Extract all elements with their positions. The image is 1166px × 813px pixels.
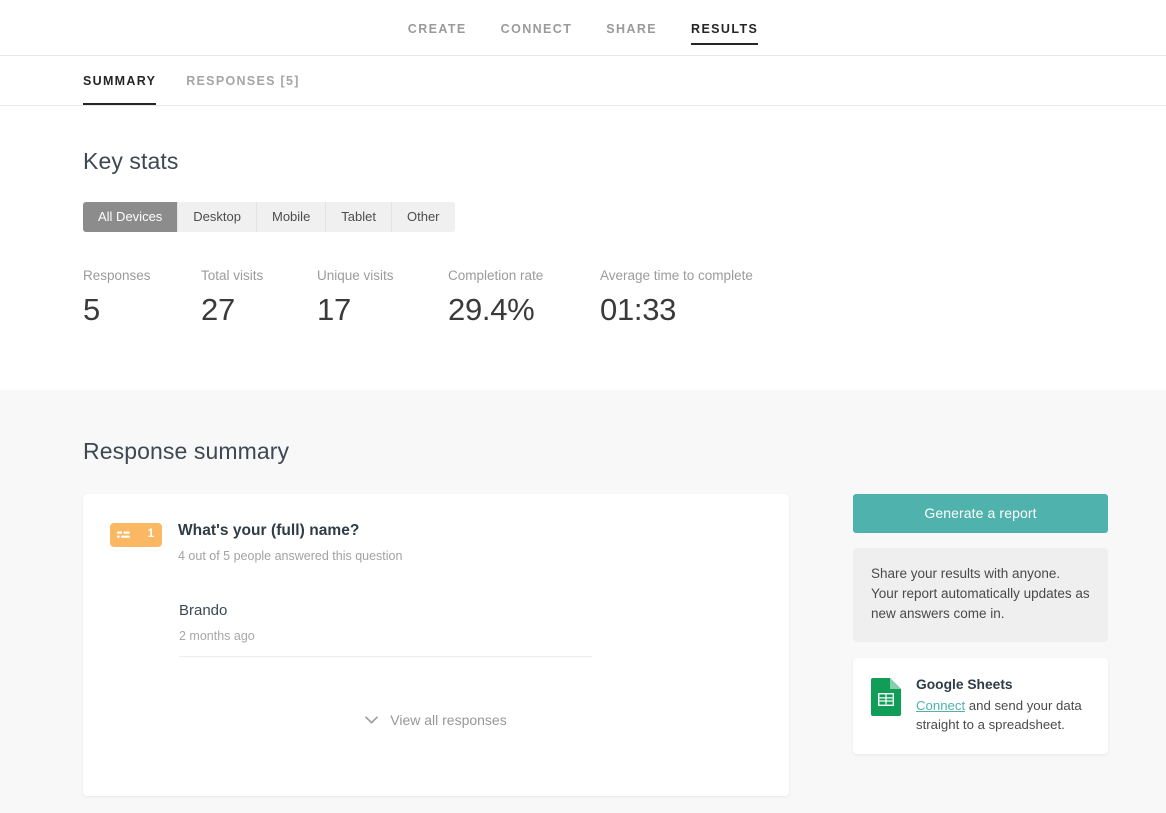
answer-timestamp: 2 months ago bbox=[179, 629, 255, 643]
stat-total-visits: Total visits 27 bbox=[201, 268, 317, 328]
stat-total-visits-value: 27 bbox=[201, 292, 235, 327]
stat-unique-visits: Unique visits 17 bbox=[317, 268, 448, 328]
response-summary-title: Response summary bbox=[83, 438, 290, 464]
stat-responses-label: Responses bbox=[83, 268, 151, 283]
short-text-icon bbox=[117, 531, 130, 538]
question-number: 1 bbox=[147, 528, 154, 541]
connect-link[interactable]: Connect bbox=[916, 698, 965, 713]
topnav-item-connect[interactable]: CONNECT bbox=[501, 0, 573, 55]
google-sheets-icon bbox=[871, 678, 901, 716]
tab-summary[interactable]: SUMMARY bbox=[83, 56, 157, 105]
question-answered-note: 4 out of 5 people answered this question bbox=[178, 549, 403, 563]
key-stats-section: Key stats All Devices Desktop Mobile Tab… bbox=[0, 106, 1166, 390]
answer-text: Brando bbox=[179, 602, 228, 619]
top-navigation-bar: CREATE CONNECT SHARE RESULTS bbox=[0, 0, 1166, 56]
stat-completion-rate-value: 29.4% bbox=[448, 292, 535, 327]
stat-responses: Responses 5 bbox=[83, 268, 201, 328]
generate-report-button[interactable]: Generate a report bbox=[853, 494, 1108, 533]
topnav-item-share[interactable]: SHARE bbox=[606, 0, 657, 55]
results-subtab-bar: SUMMARY RESPONSES [5] bbox=[0, 56, 1166, 106]
question-title: What's your (full) name? bbox=[178, 522, 360, 539]
question-header-text: What's your (full) name? 4 out of 5 peop… bbox=[178, 521, 402, 563]
device-filter-segmented-control: All Devices Desktop Mobile Tablet Other bbox=[83, 202, 455, 232]
view-all-responses-button[interactable]: View all responses bbox=[83, 712, 789, 728]
topnav-item-create[interactable]: CREATE bbox=[408, 0, 467, 55]
answer-row: Brando 2 months ago bbox=[179, 590, 789, 656]
stat-total-visits-label: Total visits bbox=[201, 268, 264, 283]
answers-list: Brando 2 months ago bbox=[83, 590, 789, 689]
stat-unique-visits-label: Unique visits bbox=[317, 268, 394, 283]
stat-average-time: Average time to complete 01:33 bbox=[600, 268, 753, 328]
device-filter-all-devices[interactable]: All Devices bbox=[83, 202, 179, 232]
stat-completion-rate-label: Completion rate bbox=[448, 268, 544, 283]
topnav-item-results[interactable]: RESULTS bbox=[691, 0, 759, 55]
key-stats-title: Key stats bbox=[83, 148, 179, 174]
view-all-responses-label: View all responses bbox=[390, 712, 507, 728]
results-side-rail: Generate a report Share your results wit… bbox=[853, 494, 1108, 754]
device-filter-other[interactable]: Other bbox=[392, 202, 455, 232]
question-summary-card: 1 What's your (full) name? 4 out of 5 pe… bbox=[83, 494, 789, 796]
google-sheets-integration-card[interactable]: Google Sheets Connect and send your data… bbox=[853, 658, 1108, 754]
google-sheets-card-text: Google Sheets Connect and send your data… bbox=[916, 676, 1090, 734]
top-navigation-items: CREATE CONNECT SHARE RESULTS bbox=[408, 0, 759, 55]
response-summary-section: Response summary 1 What's your (full) na… bbox=[0, 390, 1166, 813]
device-filter-desktop[interactable]: Desktop bbox=[178, 202, 257, 232]
stat-average-time-value: 01:33 bbox=[600, 292, 677, 327]
stat-unique-visits-value: 17 bbox=[317, 292, 351, 327]
key-stats-row: Responses 5 Total visits 27 Unique visit… bbox=[83, 268, 1166, 328]
question-card-header: 1 What's your (full) name? 4 out of 5 pe… bbox=[83, 494, 789, 563]
stat-average-time-label: Average time to complete bbox=[600, 268, 753, 283]
stat-completion-rate: Completion rate 29.4% bbox=[448, 268, 600, 328]
chevron-down-icon bbox=[365, 716, 379, 724]
google-sheets-title: Google Sheets bbox=[916, 677, 1013, 692]
google-sheets-description: Connect and send your data straight to a… bbox=[916, 696, 1090, 734]
answer-row bbox=[179, 657, 789, 689]
tab-responses[interactable]: RESPONSES [5] bbox=[186, 56, 299, 105]
device-filter-mobile[interactable]: Mobile bbox=[257, 202, 327, 232]
report-info-note: Share your results with anyone. Your rep… bbox=[853, 548, 1108, 642]
question-type-badge: 1 bbox=[110, 523, 162, 547]
response-summary-body: 1 What's your (full) name? 4 out of 5 pe… bbox=[83, 494, 1108, 796]
stat-responses-value: 5 bbox=[83, 292, 100, 327]
device-filter-tablet[interactable]: Tablet bbox=[326, 202, 392, 232]
